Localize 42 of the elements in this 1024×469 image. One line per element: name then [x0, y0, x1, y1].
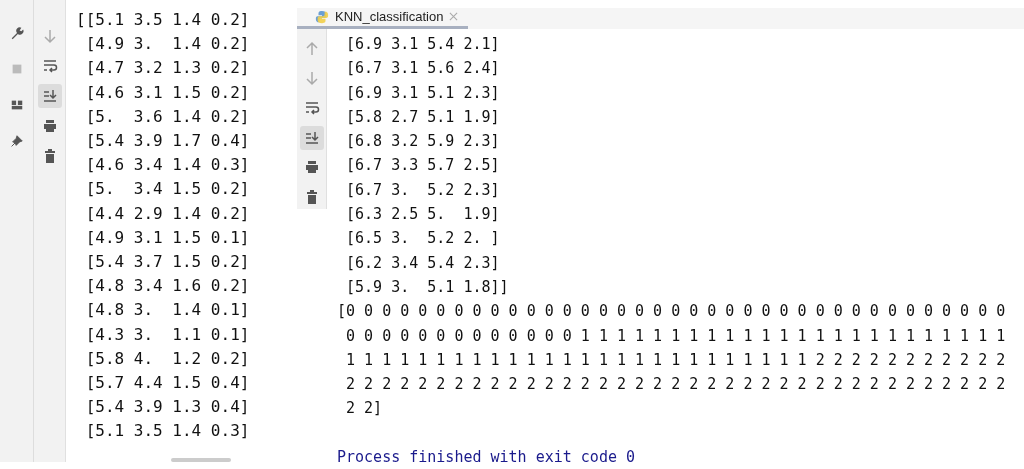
console-output-line: [4.8 3.4 1.6 0.2] [84, 275, 251, 298]
console-output-line: [5.4 3.9 1.7 0.4] [84, 130, 251, 152]
python-icon [315, 9, 329, 24]
console-output-line: [4.6 3.4 1.4 0.3] [84, 154, 251, 177]
horizontal-scrollbar[interactable] [171, 458, 231, 462]
console-output-line: 1 1 1 1 1 1 1 1 1 1 1 1 1 1 1 1 1 1 1 1 1 1 1 1 1 1 2 2 2 2 2 2 2 2 2 2 2 [345, 349, 1007, 371]
console-output-line: [6.7 3.1 5.6 2.4] [345, 58, 501, 80]
console-output-line: [5.8 4. 1.2 0.2] [84, 347, 251, 370]
console-output-line: [5.4 3.7 1.5 0.2] [84, 251, 251, 274]
console-output-line: [5.9 3. 5.1 1.8]] [345, 276, 510, 298]
console-output-line: [6.5 3. 5.2 2. ] [345, 228, 501, 250]
console-output-line: [4.6 3.1 1.5 0.2] [84, 81, 251, 104]
console-output-line: [4.7 3.2 1.3 0.2] [84, 57, 251, 80]
console-output-line: [[5.1 3.5 1.4 0.2] [76, 9, 251, 31]
console-output-line: [5.8 2.7 5.1 1.9] [345, 106, 501, 128]
console-output-line: [5. 3.4 1.5 0.2] [84, 178, 251, 201]
console-output-line: [4.9 3. 1.4 0.2] [84, 33, 251, 56]
wrench-icon[interactable] [9, 26, 24, 40]
console-output-line: [6.2 3.4 5.4 2.3] [345, 252, 501, 274]
console-output-line: 0 0 0 0 0 0 0 0 0 0 0 0 0 1 1 1 1 1 1 1 1 1 1 1 1 1 1 1 1 1 1 1 1 1 1 1 1 [345, 325, 1007, 347]
console-output-line: 2 2] [345, 398, 384, 420]
console-output-line: [5.1 3.5 1.4 0.3] [84, 420, 251, 443]
console-output-line: [4.3 3. 1.1 0.1] [84, 323, 251, 346]
console-output-line: [4.9 3.1 1.5 0.1] [84, 226, 251, 249]
pin-icon[interactable] [9, 134, 24, 148]
console-output-line: 2 2 2 2 2 2 2 2 2 2 2 2 2 2 2 2 2 2 2 2 2 2 2 2 2 2 2 2 2 2 2 2 2 2 2 2 2 [345, 374, 1007, 396]
console-output-line: [5. 3.6 1.4 0.2] [84, 105, 251, 128]
console-output-line: [5.7 4.4 1.5 0.4] [84, 372, 251, 395]
console-output-line: [0 0 0 0 0 0 0 0 0 0 0 0 0 0 0 0 0 0 0 0 0 0 0 0 0 0 0 0 0 0 0 0 0 0 0 0 0 [337, 301, 1007, 323]
layout-icon[interactable] [9, 98, 24, 112]
console-output-line: [6.8 3.2 5.9 2.3] [345, 131, 501, 153]
scroll-to-end-icon[interactable] [299, 125, 324, 150]
exit-message: Process finished with exit code 0 [337, 446, 636, 468]
scroll-to-end-icon[interactable] [37, 84, 62, 108]
console-output-line: [6.9 3.1 5.1 2.3] [345, 82, 501, 104]
console-output-line: [4.4 2.9 1.4 0.2] [84, 202, 251, 225]
console-output-line: [6.9 3.1 5.4 2.1] [345, 33, 501, 55]
console-output-line: [4.8 3. 1.4 0.1] [84, 299, 251, 322]
console-output-line: [6.3 2.5 5. 1.9] [345, 204, 501, 226]
console-output-line: [5.4 3.9 1.3 0.4] [84, 396, 251, 419]
console-output-line: [6.7 3. 5.2 2.3] [345, 179, 501, 201]
console-output-line: [6.7 3.3 5.7 2.5] [345, 155, 501, 177]
